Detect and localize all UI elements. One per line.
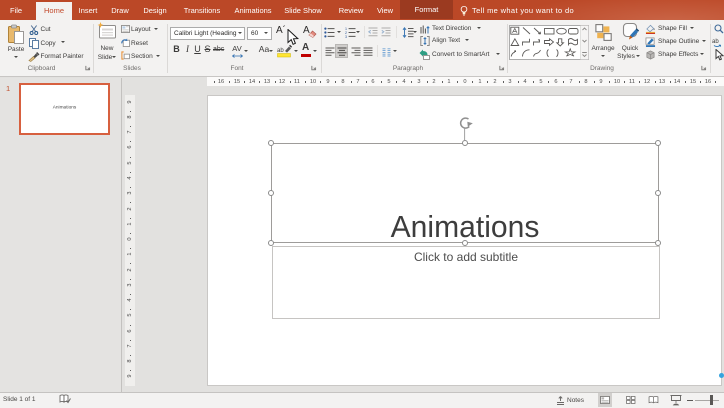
svg-text:3: 3 <box>345 35 347 38</box>
svg-text:ab: ab <box>277 48 284 54</box>
svg-text:ab: ab <box>712 39 719 45</box>
